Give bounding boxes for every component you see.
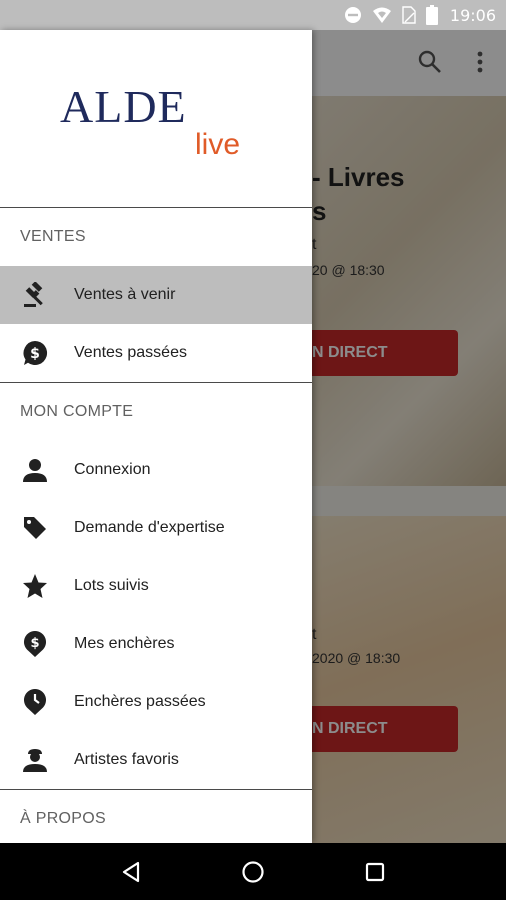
back-icon[interactable]	[111, 852, 151, 892]
wifi-icon	[372, 6, 392, 24]
artist-icon	[20, 745, 50, 775]
dollar-bubble-icon: $	[20, 338, 50, 368]
sim-icon	[402, 6, 416, 24]
section-header-mon-compte: MON COMPTE	[20, 403, 134, 420]
menu-item-label: Artistes favoris	[74, 751, 179, 768]
home-icon[interactable]	[233, 852, 273, 892]
menu-item-encheres-passees[interactable]: Enchères passées	[0, 673, 312, 731]
menu-item-label: Ventes passées	[74, 344, 187, 361]
status-time: 19:06	[449, 5, 496, 25]
svg-text:$: $	[30, 346, 40, 362]
menu-item-artistes-favoris[interactable]: Artistes favoris	[0, 731, 312, 789]
tag-icon	[20, 513, 50, 543]
menu-item-demande-expertise[interactable]: Demande d'expertise	[0, 499, 312, 557]
menu-item-ventes-passees[interactable]: $ Ventes passées	[0, 324, 312, 382]
menu-item-label: Demande d'expertise	[74, 519, 225, 536]
gavel-icon	[20, 280, 50, 310]
menu-item-label: Connexion	[74, 461, 151, 478]
menu-item-lots-suivis[interactable]: Lots suivis	[0, 557, 312, 615]
menu-item-ventes-a-venir[interactable]: Ventes à venir	[0, 266, 312, 324]
clock-pin-icon	[20, 687, 50, 717]
navigation-drawer: ALDE live VENTES Ventes à venir $ Ventes…	[0, 30, 312, 843]
star-icon	[20, 571, 50, 601]
menu-item-label: Enchères passées	[74, 693, 206, 710]
logo-brand: ALDE	[60, 81, 187, 132]
section-header-a-propos: À PROPOS	[20, 810, 106, 827]
menu-item-label: Lots suivis	[74, 577, 149, 594]
person-icon	[20, 455, 50, 485]
menu-item-label: Mes enchères	[74, 635, 175, 652]
logo-sub: live	[195, 128, 241, 161]
status-bar: 19:06	[0, 0, 506, 30]
menu-item-connexion[interactable]: Connexion	[0, 441, 312, 499]
dollar-pin-icon: $	[20, 629, 50, 659]
system-nav-bar	[0, 843, 506, 900]
menu-item-mes-encheres[interactable]: $ Mes enchères	[0, 615, 312, 673]
svg-text:$: $	[30, 636, 39, 651]
section-header-ventes: VENTES	[20, 228, 86, 245]
dnd-icon	[344, 6, 362, 24]
menu-item-label: Ventes à venir	[74, 286, 176, 303]
drawer-header: ALDE live	[0, 30, 312, 208]
recents-icon[interactable]	[355, 852, 395, 892]
battery-icon	[425, 5, 438, 25]
